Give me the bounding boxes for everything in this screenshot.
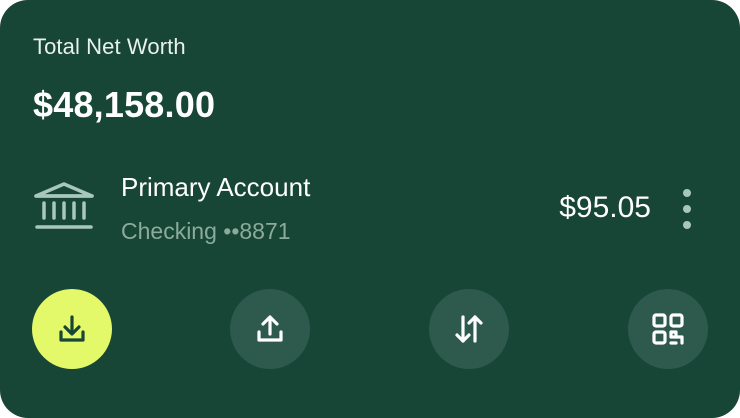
more-vertical-icon[interactable] [675, 187, 699, 231]
upload-icon [257, 315, 283, 342]
qr-code-icon [652, 313, 684, 345]
net-worth-card: Total Net Worth $48,158.00 Primary Accou… [0, 0, 740, 418]
download-icon [59, 315, 85, 342]
transfer-icon [455, 315, 483, 343]
account-subtitle: Checking ••8871 [121, 218, 291, 244]
download-button[interactable] [32, 289, 112, 369]
account-balance: $95.05 [559, 191, 651, 224]
net-worth-label: Total Net Worth [33, 34, 186, 59]
net-worth-amount: $48,158.00 [33, 84, 216, 125]
qr-code-button[interactable] [628, 289, 708, 369]
transfer-button[interactable] [429, 289, 509, 369]
account-name: Primary Account [121, 172, 311, 202]
upload-button[interactable] [230, 289, 310, 369]
bank-icon [33, 182, 95, 230]
